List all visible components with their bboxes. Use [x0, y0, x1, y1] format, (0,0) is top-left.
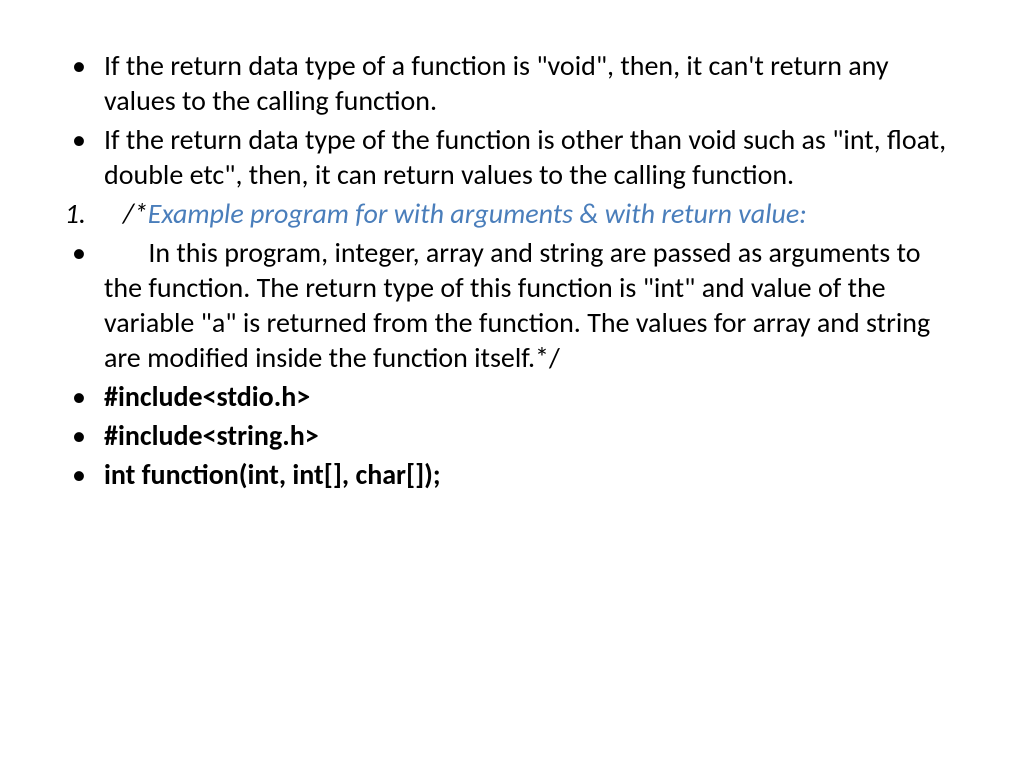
list-item: If the return data type of a function is…: [60, 48, 964, 118]
list-item: int function(int, int[], char[]);: [60, 457, 964, 492]
content-list: If the return data type of a function is…: [60, 48, 964, 492]
code-line: #include<stdio.h>: [104, 379, 310, 414]
list-item-text: If the return data type of a function is…: [104, 48, 889, 118]
code-line: int function(int, int[], char[]);: [104, 457, 441, 492]
list-item-text: If the return data type of the function …: [104, 122, 946, 192]
list-item: #include<stdio.h>: [60, 379, 964, 414]
list-item: If the return data type of the function …: [60, 122, 964, 192]
code-line: #include<string.h>: [104, 418, 319, 453]
comment-open: /*: [104, 196, 148, 231]
list-item: In this program, integer, array and stri…: [60, 235, 964, 375]
slide-content: If the return data type of a function is…: [0, 0, 1024, 768]
list-item: #include<string.h>: [60, 418, 964, 453]
comment-text: Example program for with arguments & wit…: [148, 196, 807, 231]
list-item-numbered: /*Example program for with arguments & w…: [60, 196, 964, 231]
list-item-text: In this program, integer, array and stri…: [104, 235, 937, 375]
